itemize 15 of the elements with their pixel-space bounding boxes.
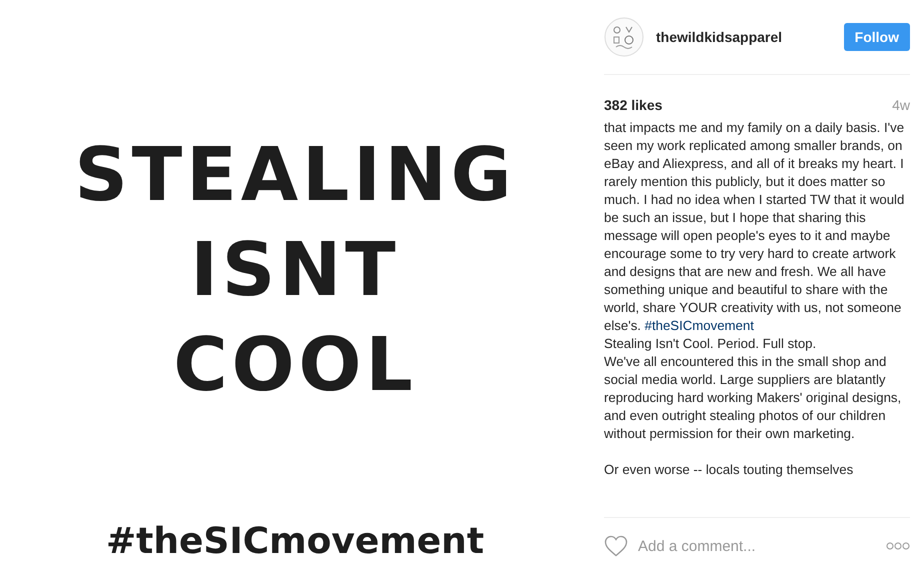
caption-text: We've all encountered this in the small shop and social media world. Large suppliers are blatantly reproducing hard working Makers' original designs, and even outright stealing photos of our children without permission for their own marketing. <box>604 353 902 443</box>
hashtag-text: #theSICmovement <box>106 521 484 562</box>
caption-text: that impacts me and my family on a daily basis. I've seen my work replicated among smaller brands, on eBay and Aliexpress, and all of it breaks my heart. I rarely mention this publicly, but it does matter so much. I had no idea when I started TW that it would be such an issue, but I hope that sharing this message will open people's eyes to it and maybe encourage some to try very hard to create artwork and designs that are new and fresh. We all have something unique and beautiful to share with the world, share YOUR creativity with us, not someone else's. #theSICmovement <box>604 119 906 335</box>
caption-text: Or even worse -- locals touting themselves <box>604 461 854 479</box>
more-options-icon[interactable] <box>886 542 910 550</box>
heart-icon[interactable] <box>604 535 628 557</box>
avatar[interactable] <box>604 17 644 57</box>
headline-text: COOL <box>173 321 417 410</box>
caption-text: Stealing Isn't Cool. Period. Full stop. <box>604 335 818 353</box>
username[interactable]: thewildkidsapparel <box>656 29 832 45</box>
likes-count[interactable]: 382 likes <box>604 97 662 113</box>
hashtag-link[interactable]: #theSICmovement <box>644 318 754 333</box>
headline-text: ISNT <box>190 226 400 315</box>
comment-field[interactable]: Add a comment... <box>638 534 876 558</box>
headline-text: STEALING <box>74 131 516 220</box>
